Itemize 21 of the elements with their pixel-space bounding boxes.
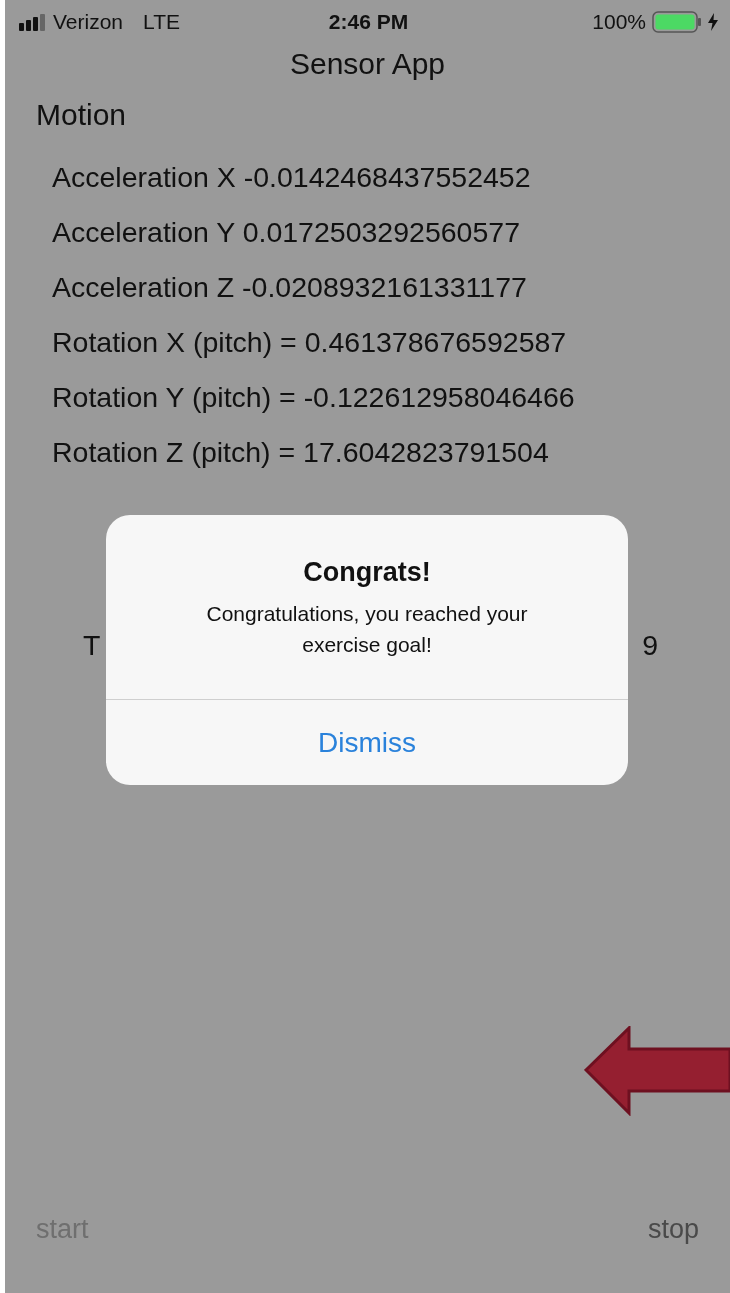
alert-title: Congrats! — [303, 557, 431, 588]
covered-text: T — [83, 629, 101, 662]
signal-icon — [19, 13, 47, 31]
covered-text: 9 — [642, 629, 658, 662]
battery-percent: 100% — [592, 10, 646, 34]
sensor-reading: Rotation Y (pitch) = -0.122612958046466 — [52, 380, 575, 415]
dismiss-button[interactable]: Dismiss — [106, 700, 628, 785]
arrow-icon — [584, 1026, 730, 1116]
battery-icon — [652, 11, 702, 33]
sensor-reading: Acceleration Y 0.0172503292560577 — [52, 215, 521, 250]
network-type: LTE — [143, 10, 180, 34]
alert-message: Congratulations, you reached your exercise goal! — [205, 601, 529, 658]
toolbar-button[interactable]: stop — [642, 1210, 704, 1249]
sensor-reading: Rotation Z (pitch) = 17.6042823791504 — [52, 435, 549, 470]
sensor-reading: Rotation X (pitch) = 0.461378676592587 — [52, 325, 567, 360]
carrier-name: Verizon — [53, 10, 124, 34]
section-title: Motion — [36, 98, 127, 132]
sensor-reading: Acceleration X -0.0142468437552452 — [52, 160, 531, 195]
nav-title: Sensor App — [289, 47, 446, 81]
sensor-reading: Acceleration Z -0.0208932161331177 — [52, 270, 527, 305]
clock: 2:46 PM — [328, 10, 409, 34]
